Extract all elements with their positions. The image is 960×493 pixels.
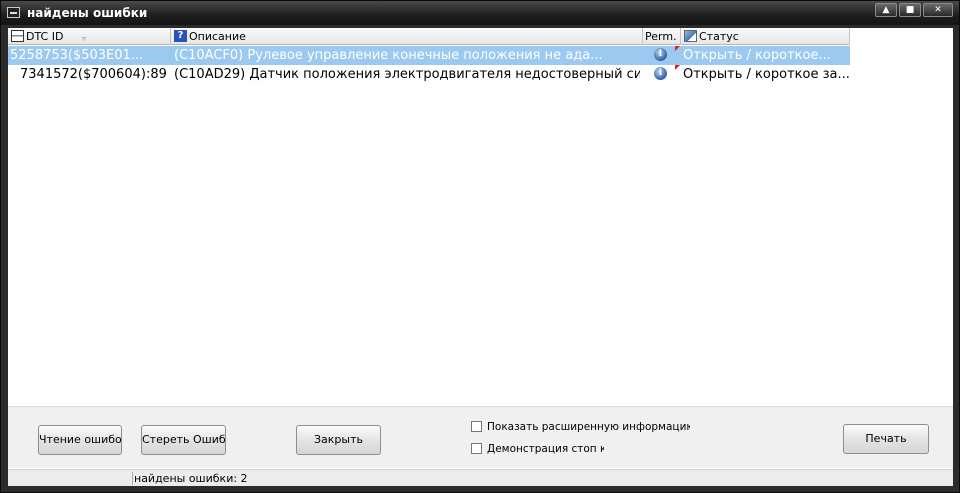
freeze-frame-checkbox[interactable]: Демонстрация стоп кадр <box>471 443 604 456</box>
description-cell: (C10ACF0) Рулевое управление конечные по… <box>174 48 603 63</box>
freeze-frame-label: Демонстрация стоп кадр <box>487 443 604 455</box>
extended-info-label: Показать расширенную информацию об о <box>487 421 690 433</box>
column-perm[interactable]: Perm. <box>643 28 681 45</box>
status-divider <box>132 472 133 485</box>
table-row[interactable]: 5258753($503E01... (C10ACF0) Рулевое упр… <box>8 46 850 65</box>
clear-errors-button[interactable]: Стереть Ошибки <box>141 425 226 455</box>
client-area: DTC ID ▿ ? Описание Perm. Статус 5258753(… <box>8 28 953 486</box>
list-icon <box>11 30 24 42</box>
titlebar[interactable]: найдены ошибки ▲ ■ ✕ <box>1 1 959 25</box>
column-description[interactable]: ? Описание <box>171 28 643 45</box>
checkbox-box[interactable] <box>471 443 482 454</box>
table-row[interactable]: 7341572($700604):89 (C10AD29) Датчик пол… <box>8 65 850 84</box>
info-icon[interactable]: i <box>654 67 667 80</box>
status-flag-icon <box>675 46 680 51</box>
dtc-table[interactable]: DTC ID ▿ ? Описание Perm. Статус 5258753(… <box>8 28 953 406</box>
status-bar: найдены ошибки: 2 <box>8 469 953 486</box>
status-flag-icon <box>675 65 680 70</box>
column-status[interactable]: Статус <box>681 28 850 45</box>
chart-icon <box>684 30 697 42</box>
table-header: DTC ID ▿ ? Описание Perm. Статус <box>8 28 850 45</box>
dtc-window: найдены ошибки ▲ ■ ✕ DTC ID ▿ ? Описание … <box>0 0 960 493</box>
description-cell: (C10AD29) Датчик положения электродвигат… <box>174 67 640 82</box>
info-icon[interactable]: i <box>654 48 667 61</box>
maximize-button[interactable]: ■ <box>899 3 921 17</box>
window-menu-icon[interactable] <box>7 7 20 18</box>
column-status-label: Статус <box>699 30 739 43</box>
close-button[interactable]: Закрыть <box>296 425 381 455</box>
read-errors-button[interactable]: Чтение ошибок <box>38 425 122 455</box>
column-description-label: Описание <box>189 30 246 43</box>
status-text: найдены ошибки: 2 <box>134 472 248 485</box>
window-title: найдены ошибки <box>27 6 148 20</box>
extended-info-checkbox[interactable]: Показать расширенную информацию об о <box>471 421 690 434</box>
status-cell: Открыть / короткое за... <box>683 67 849 82</box>
column-dtc-id[interactable]: DTC ID ▿ <box>8 28 171 45</box>
column-perm-label: Perm. <box>645 30 677 43</box>
dtc-id-cell: 7341572($700604):89 <box>20 67 167 82</box>
minimize-button[interactable]: ▲ <box>875 3 897 17</box>
print-button[interactable]: Печать <box>843 424 929 454</box>
help-icon: ? <box>174 30 187 42</box>
sort-indicator-icon: ▿ <box>82 34 87 43</box>
close-window-button[interactable]: ✕ <box>923 3 953 17</box>
column-dtc-id-label: DTC ID <box>26 30 64 43</box>
button-panel: Чтение ошибок Стереть Ошибки Закрыть Пок… <box>8 406 953 468</box>
checkbox-box[interactable] <box>471 421 482 432</box>
status-cell: Открыть / короткое... <box>683 48 831 63</box>
dtc-id-cell: 5258753($503E01... <box>10 48 144 63</box>
